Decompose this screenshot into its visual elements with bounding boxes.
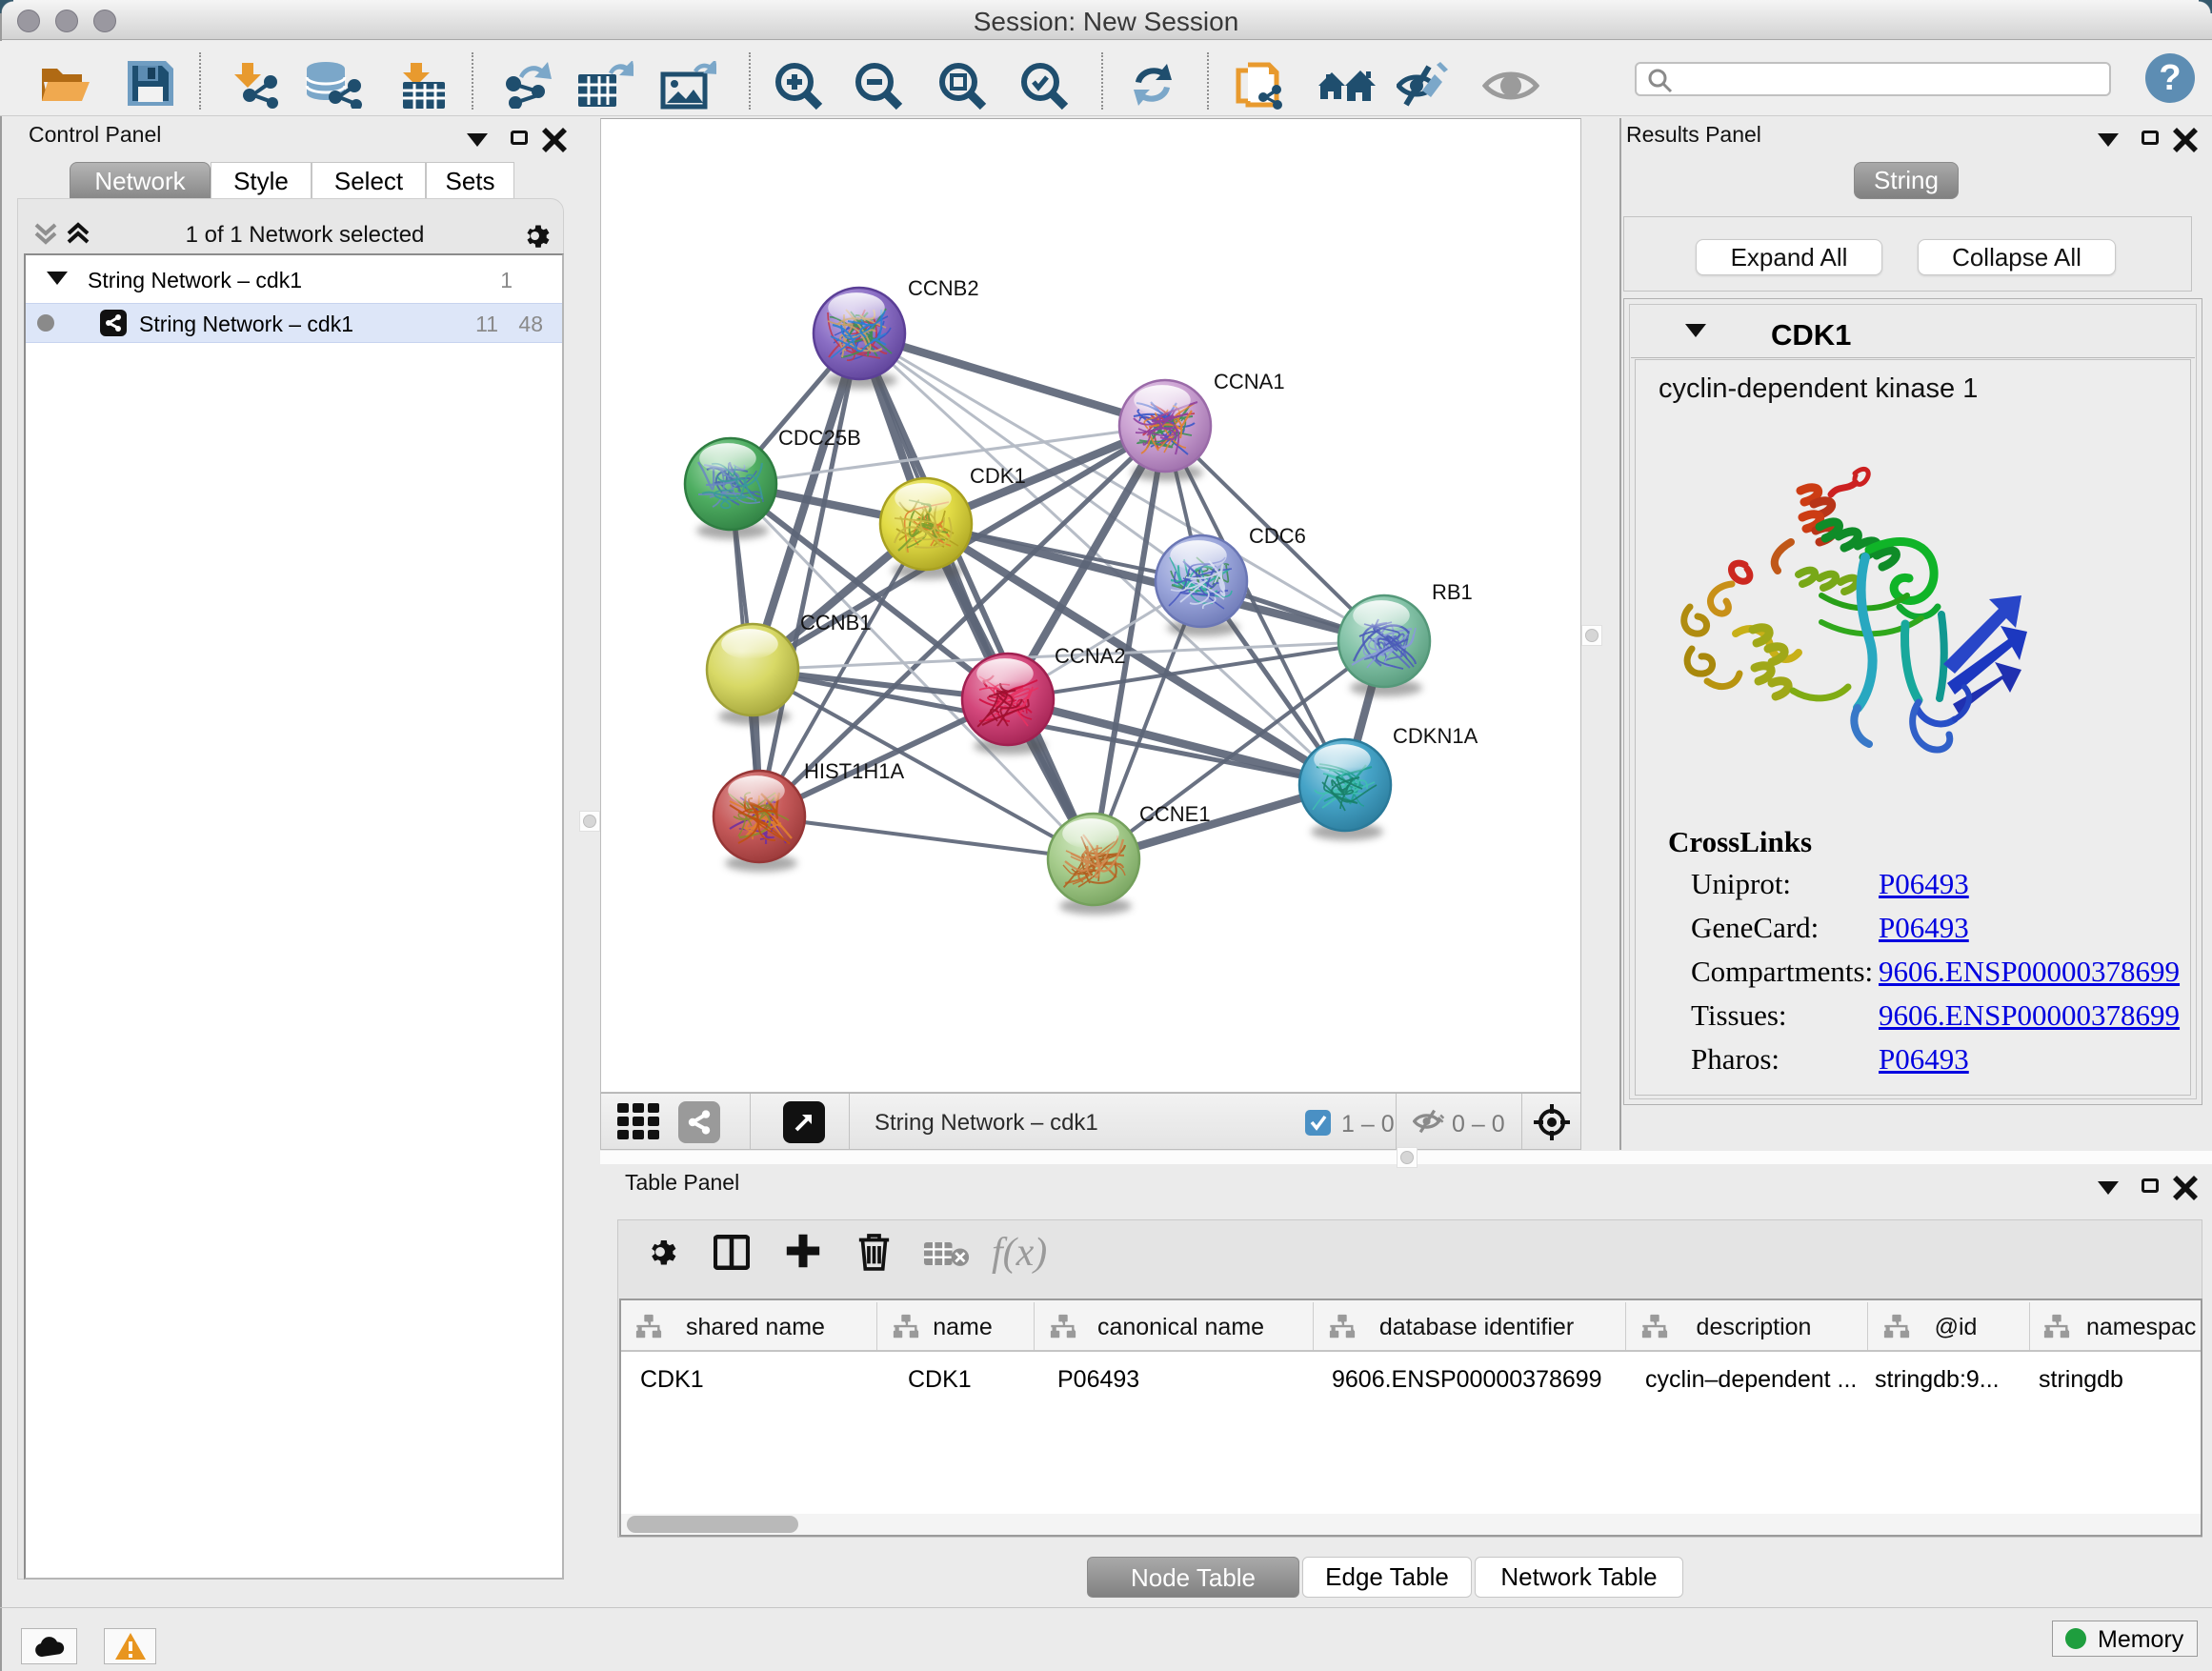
svg-text:CCNB2: CCNB2	[908, 276, 979, 300]
svg-text:CDC25B: CDC25B	[778, 426, 861, 450]
svg-text:CDKN1A: CDKN1A	[1393, 724, 1478, 748]
svg-text:HIST1H1A: HIST1H1A	[804, 759, 904, 783]
svg-text:CCNA2: CCNA2	[1055, 644, 1126, 668]
svg-text:CDK1: CDK1	[970, 464, 1026, 488]
svg-text:CDC6: CDC6	[1249, 524, 1306, 548]
svg-text:CCNB1: CCNB1	[800, 611, 872, 634]
svg-text:CCNE1: CCNE1	[1139, 802, 1211, 826]
svg-text:CCNA1: CCNA1	[1214, 370, 1285, 393]
svg-text:RB1: RB1	[1432, 580, 1473, 604]
